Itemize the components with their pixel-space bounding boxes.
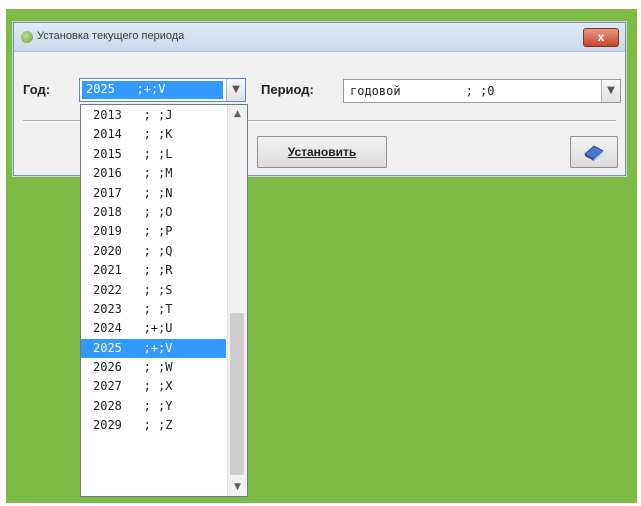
year-options: 2013 ; ;J 2014 ; ;K 2015 ; ;L 2016 ; ;M 2017… — [81, 106, 226, 436]
app-icon — [21, 31, 33, 43]
year-option[interactable]: 2024 ;+;U — [81, 319, 226, 338]
year-option[interactable]: 2013 ; ;J — [81, 106, 226, 125]
dropdown-scrollbar[interactable]: ▲ ▼ — [227, 105, 247, 496]
year-option[interactable]: 2022 ; ;S — [81, 281, 226, 300]
year-option[interactable]: 2020 ; ;Q — [81, 242, 226, 261]
clear-button[interactable] — [570, 136, 618, 168]
year-option[interactable]: 2019 ; ;P — [81, 222, 226, 241]
close-button[interactable]: x — [583, 28, 619, 47]
year-label: Год: — [23, 82, 51, 97]
period-select[interactable]: годовой ; ;0 ▼ — [343, 79, 621, 103]
year-option[interactable]: 2023 ; ;T — [81, 300, 226, 319]
chevron-down-icon[interactable]: ▼ — [601, 80, 620, 102]
year-option[interactable]: 2015 ; ;L — [81, 145, 226, 164]
year-option[interactable]: 2026 ; ;W — [81, 358, 226, 377]
chevron-down-icon[interactable]: ▼ — [226, 79, 245, 101]
year-option[interactable]: 2025 ;+;V — [81, 338, 226, 359]
year-option[interactable]: 2029 ; ;Z — [81, 416, 226, 435]
year-select[interactable]: 2025 ;+;V ▼ — [79, 78, 246, 102]
year-option[interactable]: 2016 ; ;M — [81, 164, 226, 183]
scrollbar-thumb[interactable] — [230, 313, 244, 475]
year-option[interactable]: 2027 ; ;X — [81, 377, 226, 396]
close-icon: x — [597, 30, 605, 44]
period-label: Период: — [261, 82, 314, 97]
scroll-up-icon[interactable]: ▲ — [228, 105, 247, 123]
year-option[interactable]: 2017 ; ;N — [81, 184, 226, 203]
year-option[interactable]: 2028 ; ;Y — [81, 397, 226, 416]
year-select-value: 2025 ;+;V — [86, 82, 166, 96]
year-option[interactable]: 2021 ; ;R — [81, 261, 226, 280]
scroll-down-icon[interactable]: ▼ — [228, 478, 247, 496]
window-title: Установка текущего периода — [37, 30, 185, 42]
set-button-label: Установить — [287, 145, 357, 159]
year-option[interactable]: 2018 ; ;O — [81, 203, 226, 222]
set-button[interactable]: Установить — [257, 136, 387, 168]
period-select-value: годовой ; ;0 — [350, 84, 495, 98]
year-dropdown-list[interactable]: 2013 ; ;J 2014 ; ;K 2015 ; ;L 2016 ; ;M 2017… — [80, 104, 248, 497]
eraser-icon — [584, 145, 604, 161]
title-bar[interactable]: Установка текущего периода x — [14, 23, 625, 52]
year-option[interactable]: 2014 ; ;K — [81, 125, 226, 144]
